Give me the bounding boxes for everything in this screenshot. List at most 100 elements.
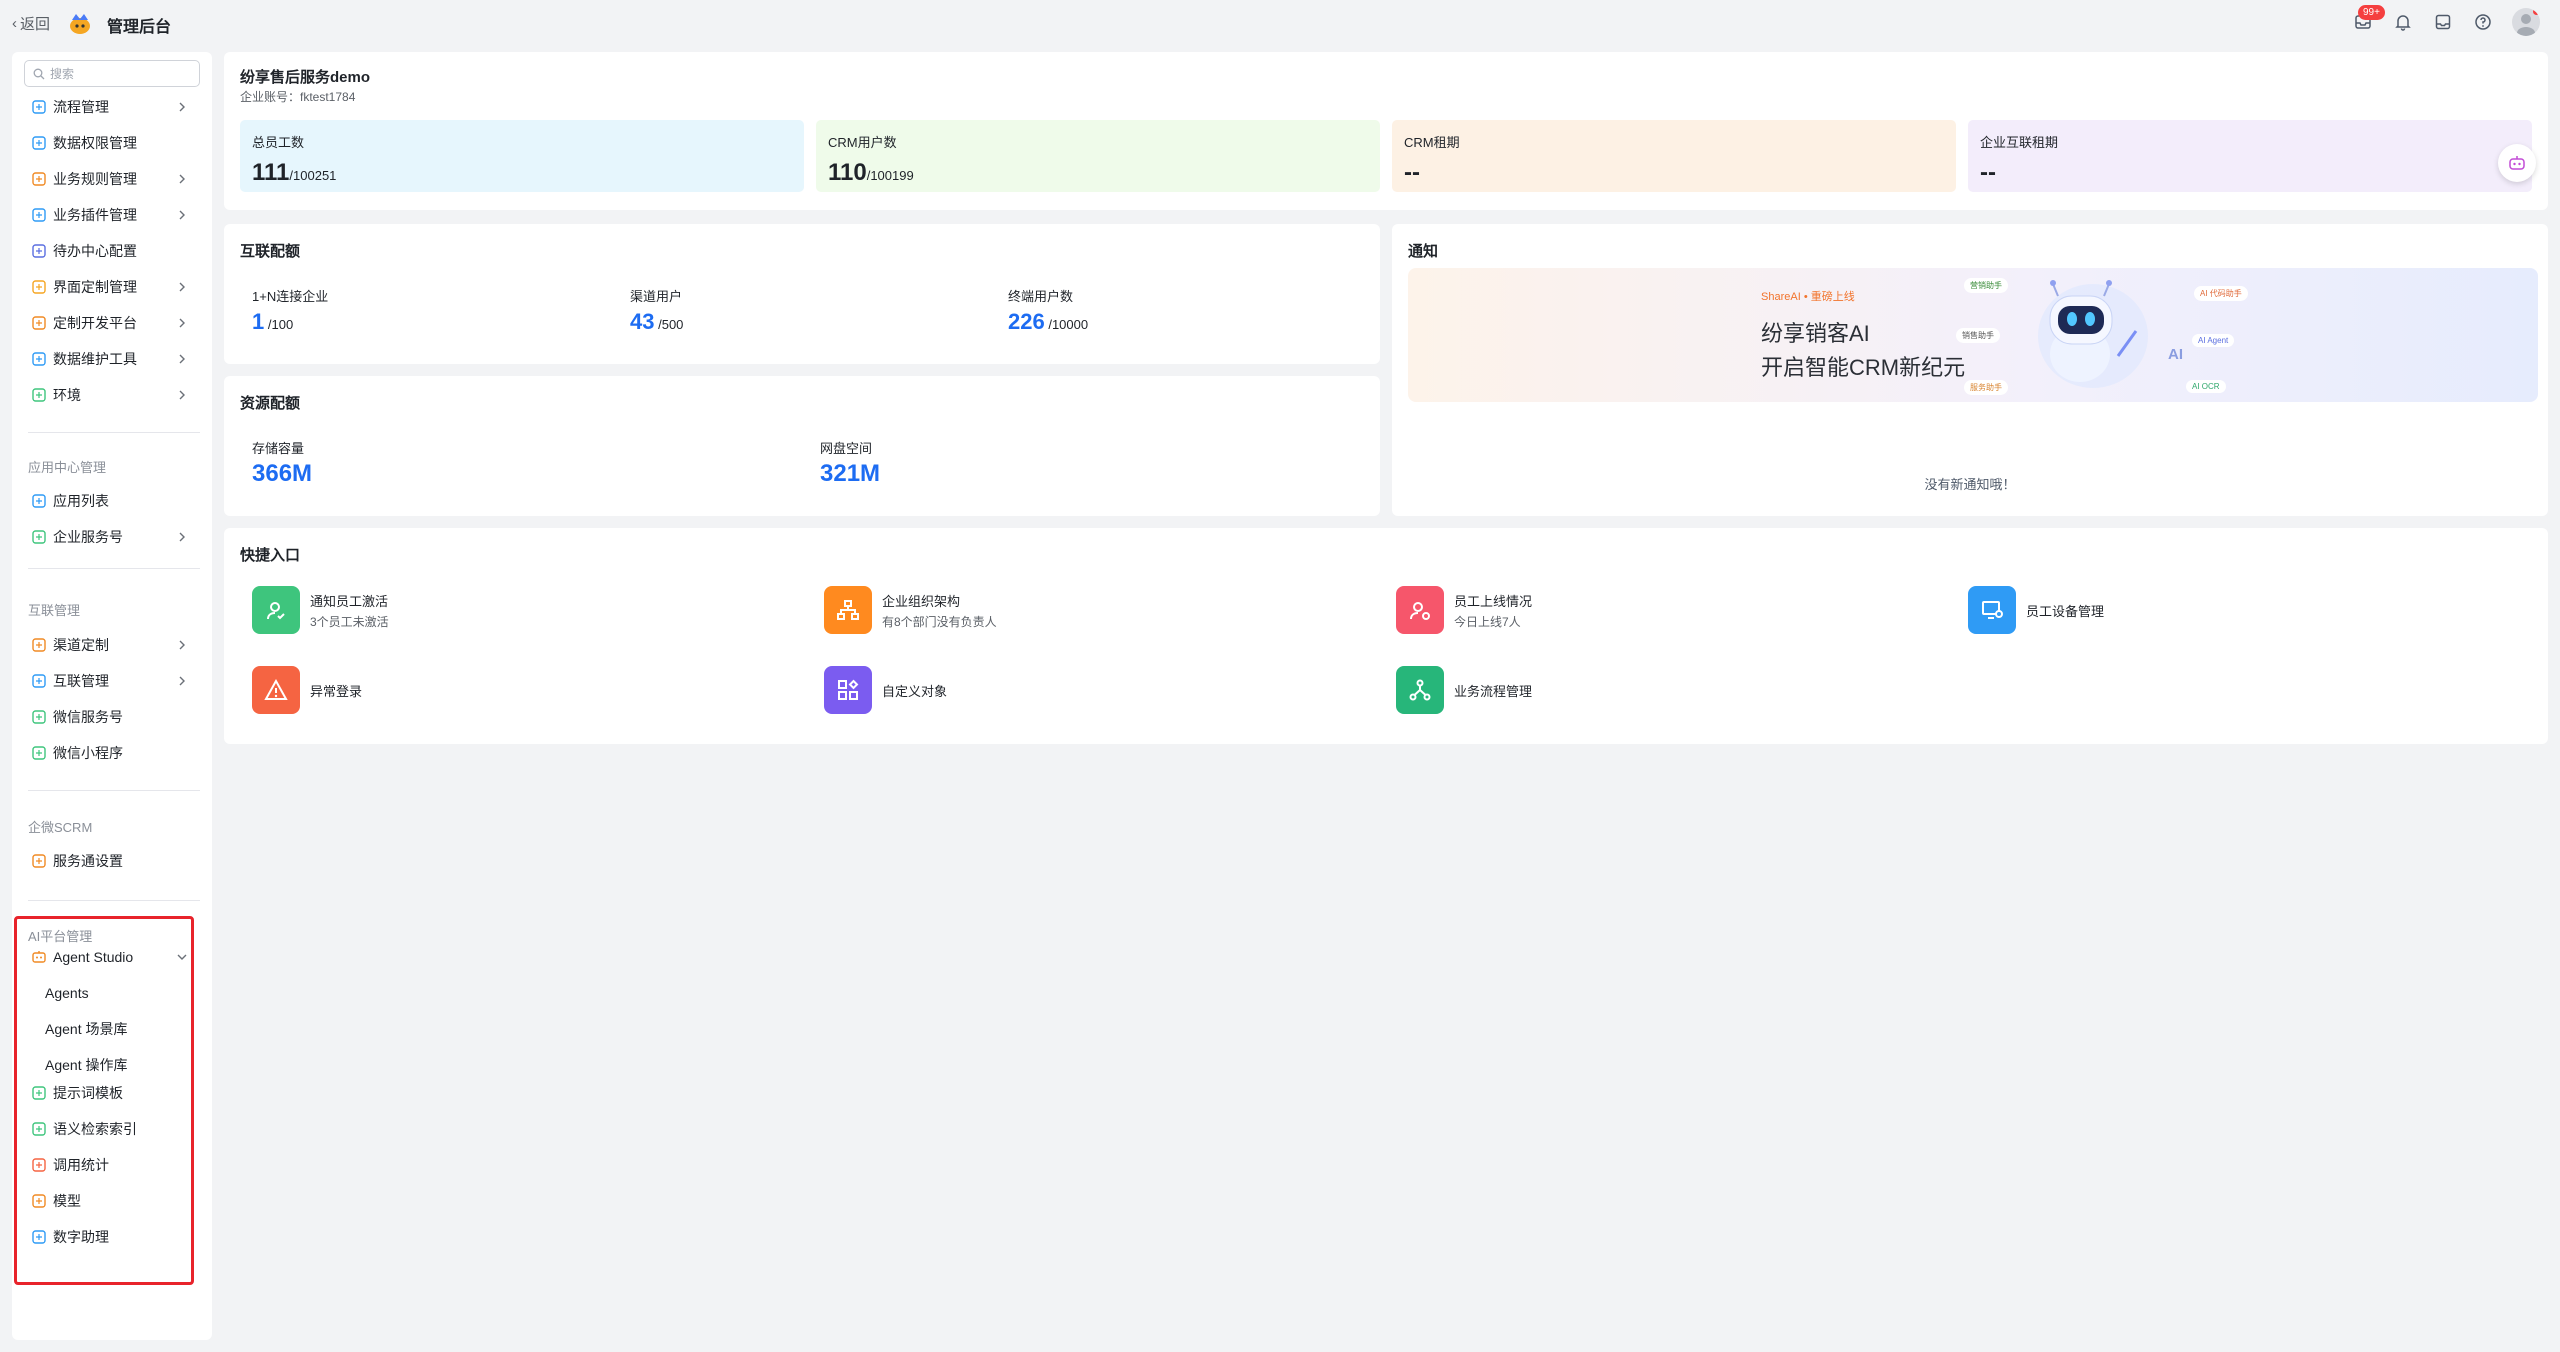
device-icon	[1968, 586, 2016, 634]
sidebar-item-wrench[interactable]: 业务规则管理	[30, 164, 196, 194]
sidebar-item-label: 数据维护工具	[53, 351, 137, 367]
banner-bubble: AI 代码助手	[2194, 286, 2248, 301]
sidebar-item-link[interactable]: 互联管理	[30, 666, 196, 696]
ai-platform-highlight-box	[14, 916, 194, 1285]
banner-bubble: 服务助手	[1964, 380, 2008, 395]
sidebar-item-plugin[interactable]: 业务插件管理	[30, 200, 196, 230]
sidebar-item-label: 互联管理	[53, 673, 109, 689]
sidebar-divider	[28, 568, 200, 569]
workflow-icon	[1396, 666, 1444, 714]
no-notice-text: 没有新通知哦！	[1924, 477, 2016, 492]
quota-value: 1	[252, 309, 265, 334]
sidebar-divider	[28, 790, 200, 791]
message-button[interactable]: 99+	[2352, 5, 2385, 33]
notice-card: 通知 ShareAI • 重磅上线 纷享销客AI 开启智能CRM新纪元 AI 营…	[1392, 224, 2548, 516]
sidebar-item-service[interactable]: 企业服务号	[30, 522, 196, 552]
sidebar-item-flow[interactable]: 流程管理	[30, 92, 196, 122]
chevron-right-icon	[176, 172, 188, 188]
user-online-icon	[1396, 586, 1444, 634]
quick-entry-user-online[interactable]: 员工上线情况 今日上线7人	[1396, 586, 1532, 634]
quick-entry-title: 快捷入口	[240, 547, 301, 564]
quick-entry-title: 通知员工激活	[310, 593, 389, 609]
quick-entry-title: 企业组织架构	[882, 593, 961, 609]
back-button[interactable]: ‹ 返回	[12, 13, 50, 34]
quick-entry-org-chart[interactable]: 企业组织架构 有8个部门没有负责人	[824, 586, 997, 634]
stat-value: --	[1404, 159, 1420, 186]
warning-icon	[252, 666, 300, 714]
service-icon	[30, 528, 48, 546]
quick-entry-card: 快捷入口 通知员工激活 3个员工未激活 企业组织架构 有8个部门没有负责人 员工上线情况…	[224, 528, 2548, 744]
stat-value: 111	[252, 159, 290, 186]
resource-value: 321M	[820, 460, 881, 487]
banner-line1: 纷享销客AI	[1761, 321, 1870, 346]
quota-total: /500	[658, 317, 684, 332]
chevron-right-icon	[176, 316, 188, 332]
sidebar-item-channel[interactable]: 渠道定制	[30, 630, 196, 660]
sidebar-item-layout[interactable]: 界面定制管理	[30, 272, 196, 302]
ai-assistant-button[interactable]	[2498, 144, 2536, 182]
sidebar-item-label: 应用列表	[53, 493, 109, 509]
top-bar: ‹ 返回 管理后台 99+	[0, 0, 2560, 48]
sidebar-item-settings-doc[interactable]: 服务通设置	[30, 846, 196, 876]
sidebar-item-env[interactable]: 环境	[30, 380, 196, 410]
quick-entry-title: 员工设备管理	[2026, 603, 2105, 619]
quick-entry-title: 异常登录	[310, 683, 363, 699]
sidebar-item-label: 微信小程序	[53, 745, 123, 761]
sidebar-item-flag[interactable]: 待办中心配置	[30, 236, 196, 266]
avatar-status-dot	[2533, 8, 2540, 15]
help-button[interactable]	[2472, 11, 2494, 33]
chevron-right-icon	[176, 352, 188, 368]
help-icon	[2475, 14, 2491, 30]
resource-value: 366M	[252, 460, 313, 487]
sidebar-item-label: 环境	[53, 387, 81, 403]
corp-name: 纷享售后服务demo	[240, 69, 371, 86]
sidebar-item-chart[interactable]: 数据维护工具	[30, 344, 196, 374]
quota-item: 渠道用户 43 /500	[630, 286, 683, 335]
quick-entry-custom-object[interactable]: 自定义对象	[824, 666, 947, 714]
quick-entry-user-check[interactable]: 通知员工激活 3个员工未激活	[252, 586, 389, 634]
shareai-banner[interactable]: ShareAI • 重磅上线 纷享销客AI 开启智能CRM新纪元 AI 营销助手…	[1408, 268, 2538, 402]
quick-entry-workflow[interactable]: 业务流程管理	[1396, 666, 1532, 714]
banner-tag-launch: 重磅上线	[1810, 291, 1855, 303]
sidebar-item-dev[interactable]: 定制开发平台	[30, 308, 196, 338]
sidebar-item-label: 流程管理	[53, 99, 109, 115]
quick-entry-warning[interactable]: 异常登录	[252, 666, 362, 714]
sidebar-item-wechat[interactable]: 微信服务号	[30, 702, 196, 732]
banner-bubble: AI Agent	[2192, 334, 2235, 347]
chevron-right-icon	[176, 208, 188, 224]
sidebar-item-data-permission[interactable]: 数据权限管理	[30, 128, 196, 158]
user-check-icon	[252, 586, 300, 634]
tray-button[interactable]	[2432, 11, 2454, 33]
data-permission-icon	[30, 134, 48, 152]
sidebar-item-miniprogram[interactable]: 微信小程序	[30, 738, 196, 768]
chevron-right-icon	[176, 100, 188, 116]
banner-bubble: 营销助手	[1964, 278, 2008, 293]
sidebar-item-label: 界面定制管理	[53, 279, 137, 295]
sidebar-item-label: 数据权限管理	[53, 135, 137, 151]
channel-icon	[30, 636, 48, 654]
quota-label: 1+N连接企业	[252, 289, 329, 304]
user-avatar[interactable]	[2512, 8, 2540, 36]
interconnect-quota-title: 互联配额	[240, 243, 301, 260]
bell-button[interactable]	[2392, 11, 2414, 33]
quota-item: 终端用户数 226 /10000	[1008, 286, 1088, 335]
chevron-right-icon	[176, 280, 188, 296]
dev-icon	[30, 314, 48, 332]
stat-value: 110	[828, 159, 867, 186]
flag-icon	[30, 242, 48, 260]
sidebar-search[interactable]: 搜索	[24, 60, 200, 87]
chevron-right-icon	[176, 638, 188, 654]
notice-title: 通知	[1408, 243, 1439, 260]
resource-item: 存储容量 366M	[252, 438, 312, 488]
sidebar-item-label: 服务通设置	[53, 853, 123, 869]
quick-entry-title: 自定义对象	[882, 683, 948, 699]
miniprogram-icon	[30, 744, 48, 762]
quick-entry-device[interactable]: 员工设备管理	[1968, 586, 2104, 634]
sidebar-item-label: 渠道定制	[53, 637, 109, 653]
quota-value: 226	[1008, 309, 1045, 334]
plugin-icon	[30, 206, 48, 224]
org-chart-icon	[824, 586, 872, 634]
stat-label: 企业互联租期	[1980, 135, 2059, 150]
bell-icon	[2395, 15, 2411, 31]
sidebar-item-grid[interactable]: 应用列表	[30, 486, 196, 516]
